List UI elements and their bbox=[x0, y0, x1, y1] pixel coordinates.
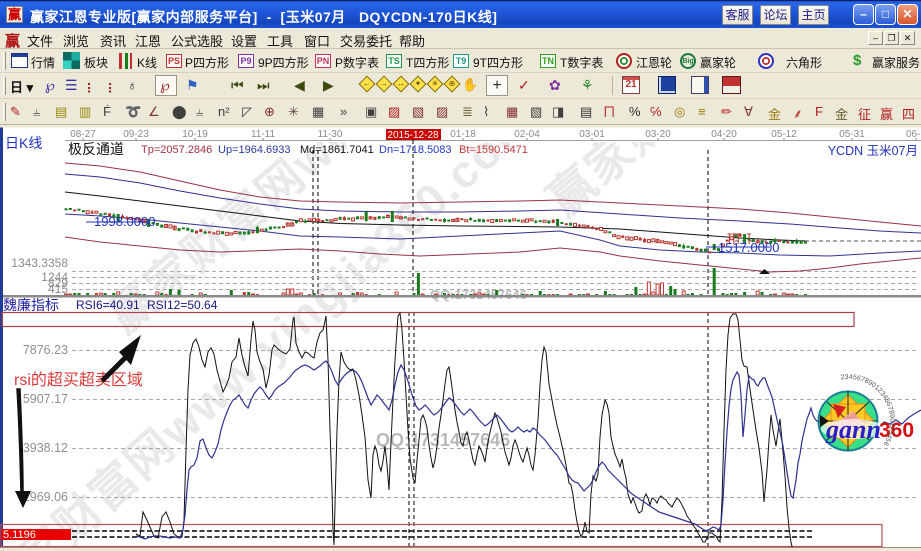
svg-text:Tp=2057.2846: Tp=2057.2846 bbox=[141, 144, 212, 156]
svg-text:3938.12: 3938.12 bbox=[23, 441, 68, 455]
svg-text:Up=1964.6933: Up=1964.6933 bbox=[218, 144, 290, 156]
svg-text:2015-12-28: 2015-12-28 bbox=[387, 130, 439, 141]
svg-text:YCDN 玉米07月: YCDN 玉米07月 bbox=[828, 144, 918, 158]
svg-text:极反通道: 极反通道 bbox=[68, 141, 124, 157]
svg-text:魏廉指标: 魏廉指标 bbox=[3, 297, 59, 313]
svg-text:Bt=1590.5471: Bt=1590.5471 bbox=[459, 144, 528, 156]
svg-text:Md=1861.7041: Md=1861.7041 bbox=[300, 144, 374, 156]
svg-text:7876.23: 7876.23 bbox=[23, 343, 68, 357]
svg-text:1343.3358: 1343.3358 bbox=[11, 256, 68, 270]
svg-text:5.1196: 5.1196 bbox=[3, 529, 36, 541]
svg-text:06-1: 06-1 bbox=[906, 129, 921, 140]
svg-text:5907.17: 5907.17 bbox=[23, 392, 68, 406]
svg-text:RSI6=40.91: RSI6=40.91 bbox=[76, 298, 140, 312]
svg-text:gann: gann bbox=[825, 415, 881, 444]
svg-text:rsi的超买超卖区域: rsi的超买超卖区域 bbox=[14, 371, 143, 389]
svg-text:Dn=1718.5083: Dn=1718.5083 bbox=[379, 144, 451, 156]
svg-text:RSI12=50.64: RSI12=50.64 bbox=[147, 298, 218, 312]
